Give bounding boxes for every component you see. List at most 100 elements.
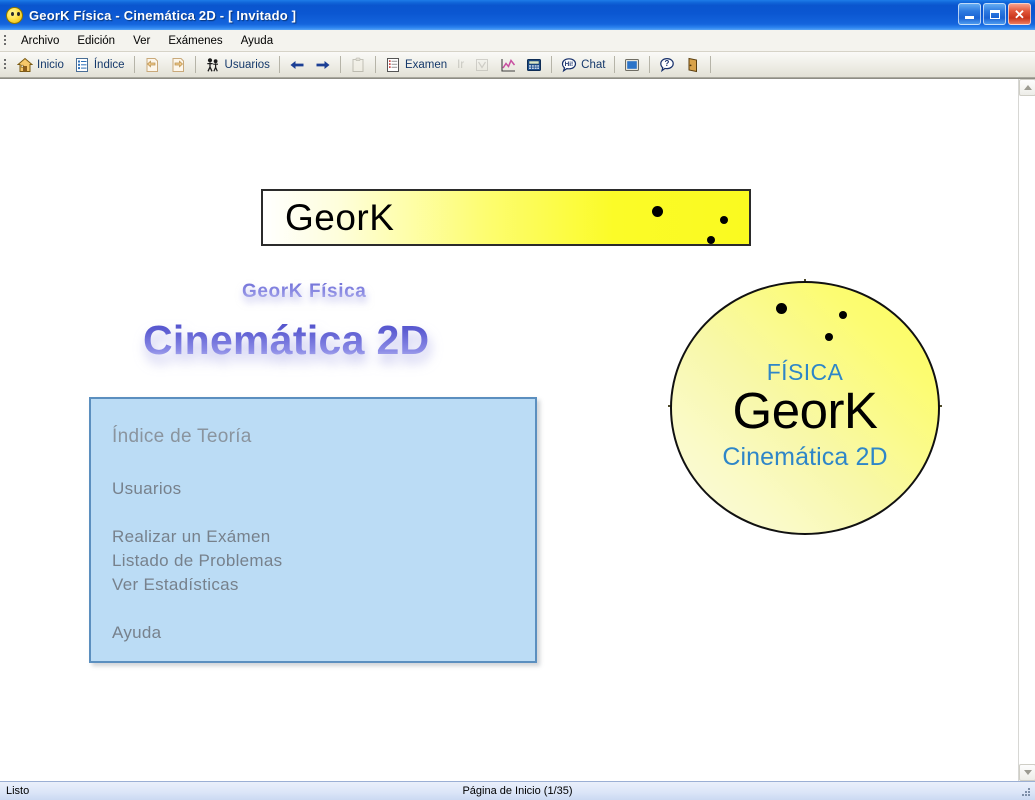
scrollbar-track[interactable] [1019,96,1035,764]
menu-archivo[interactable]: Archivo [12,32,68,50]
exit-door-icon [685,57,701,73]
toolbar-calculator-button[interactable] [521,54,547,76]
logo-dot-large [776,303,787,314]
line-chart-icon [500,57,516,73]
toolbar-inicio-button[interactable]: Inicio [12,54,69,76]
users-icon [205,57,221,73]
toolbar-dropdown-chart-button[interactable] [469,54,495,76]
toolbar-inicio-label: Inicio [37,58,64,71]
scroll-up-button[interactable] [1019,79,1035,96]
menu-heading-indice-teoria[interactable]: Índice de Teoría [112,426,252,448]
exam-checklist-icon [385,57,401,73]
toolbar-examen-label: Examen [404,58,448,71]
menu-examenes[interactable]: Exámenes [159,32,231,50]
resize-grip[interactable] [1020,786,1033,799]
svg-text:?: ? [665,59,670,68]
vertical-scrollbar[interactable] [1018,79,1035,781]
screen-icon [624,57,640,73]
toolbar-clipboard-button[interactable] [345,54,371,76]
page-back-icon [144,57,160,73]
toolbar-indice-button[interactable]: Índice [69,54,130,76]
chevron-up-icon [1023,85,1032,90]
index-menu-panel: Índice de Teoría Usuarios Realizar un Ex… [89,397,537,663]
page-title: Cinemática 2D [143,317,430,363]
menu-drag-grip[interactable] [2,33,9,49]
application-window: GeorK Física - Cinemática 2D - [ Invitad… [0,0,1035,800]
close-icon: ✕ [1014,6,1025,22]
maximize-button[interactable] [983,3,1006,25]
toolbar-separator [551,56,553,73]
maximize-icon [989,9,1000,19]
toolbar-separator [649,56,651,73]
page-subtitle: GeorK Física [242,281,367,302]
logo-dot-small-1 [839,311,847,319]
status-bar: Listo Página de Inicio (1/35) [0,781,1035,800]
toolbar-ir-label: Ir [457,58,465,71]
toolbar-separator [194,56,196,73]
toolbar-help-button[interactable]: ? [654,54,680,76]
toolbar-chat-button[interactable]: Hi! Chat [556,54,610,76]
menu-link-ver-estadisticas[interactable]: Ver Estadísticas [112,575,239,595]
toolbar-page-forward-button[interactable] [165,54,191,76]
close-button[interactable]: ✕ [1008,3,1031,25]
logo-circle-body: FÍSICA GeorK Cinemática 2D [670,281,940,535]
toolbar-forward-button[interactable] [310,54,336,76]
minimize-button[interactable] [958,3,981,25]
page-forward-icon [170,57,186,73]
arrow-right-icon [315,57,331,73]
menu-ver[interactable]: Ver [124,32,159,50]
menu-link-ayuda[interactable]: Ayuda [112,623,161,643]
window-controls: ✕ [958,3,1031,25]
toolbar-examen-button[interactable]: Examen [380,54,452,76]
minimize-icon [965,16,974,19]
toolbar-back-button[interactable] [284,54,310,76]
toolbar-ir-button[interactable]: Ir [452,54,469,76]
calculator-icon [526,57,542,73]
window-title: GeorK Física - Cinemática 2D - [ Invitad… [29,7,297,23]
toolbar-chat-label: Chat [581,58,606,71]
logo-dot-small-2 [825,333,833,341]
logo-subtitle-text: Cinemática 2D [722,443,888,471]
menu-edicion[interactable]: Edición [68,32,124,50]
status-page-indicator: Página de Inicio (1/35) [462,785,573,797]
toolbar-separator [614,56,616,73]
toolbar-graph-button[interactable] [495,54,521,76]
toolbar-screen-button[interactable] [619,54,645,76]
toolbar-usuarios-label: Usuarios [224,58,270,71]
arrow-left-icon [289,57,305,73]
client-area: GeorK GeorK Física Cinemática 2D Índice … [0,78,1035,781]
document-canvas: GeorK GeorK Física Cinemática 2D Índice … [0,79,1018,781]
chat-balloon-icon: Hi! [561,57,577,73]
geork-banner: GeorK [261,189,751,246]
banner-dot-small-1 [720,216,728,224]
menu-link-listado-problemas[interactable]: Listado de Problemas [112,551,282,571]
clipboard-icon [350,57,366,73]
toolbar-separator [133,56,135,73]
toolbar-page-back-button[interactable] [139,54,165,76]
toolbar-usuarios-button[interactable]: Usuarios [200,54,275,76]
banner-title: GeorK [285,197,395,238]
dropdown-chart-icon [474,57,490,73]
menu-link-realizar-examen[interactable]: Realizar un Exámen [112,527,270,547]
toolbar-indice-label: Índice [93,58,125,71]
menu-link-usuarios[interactable]: Usuarios [112,479,181,499]
toolbar-separator [710,56,712,73]
help-question-icon: ? [659,57,675,73]
toolbar-drag-grip[interactable] [2,57,9,73]
smiley-face-icon [6,6,23,24]
toolbar-separator [339,56,341,73]
logo-brand-text: GeorK [732,382,878,439]
banner-dot-large [652,206,663,217]
svg-text:Hi!: Hi! [565,61,574,68]
home-icon [16,57,34,73]
menu-bar: Archivo Edición Ver Exámenes Ayuda [0,30,1035,52]
menu-ayuda[interactable]: Ayuda [232,32,282,50]
banner-dot-small-2 [707,236,715,244]
index-list-icon [74,57,90,73]
chevron-down-icon [1023,770,1032,775]
toolbar-separator [374,56,376,73]
toolbar-exit-button[interactable] [680,54,706,76]
scroll-down-button[interactable] [1019,764,1035,781]
title-bar[interactable]: GeorK Física - Cinemática 2D - [ Invitad… [0,0,1035,30]
tool-bar: Inicio Índice Usuarios Examen Ir Hi! Cha… [0,52,1035,78]
